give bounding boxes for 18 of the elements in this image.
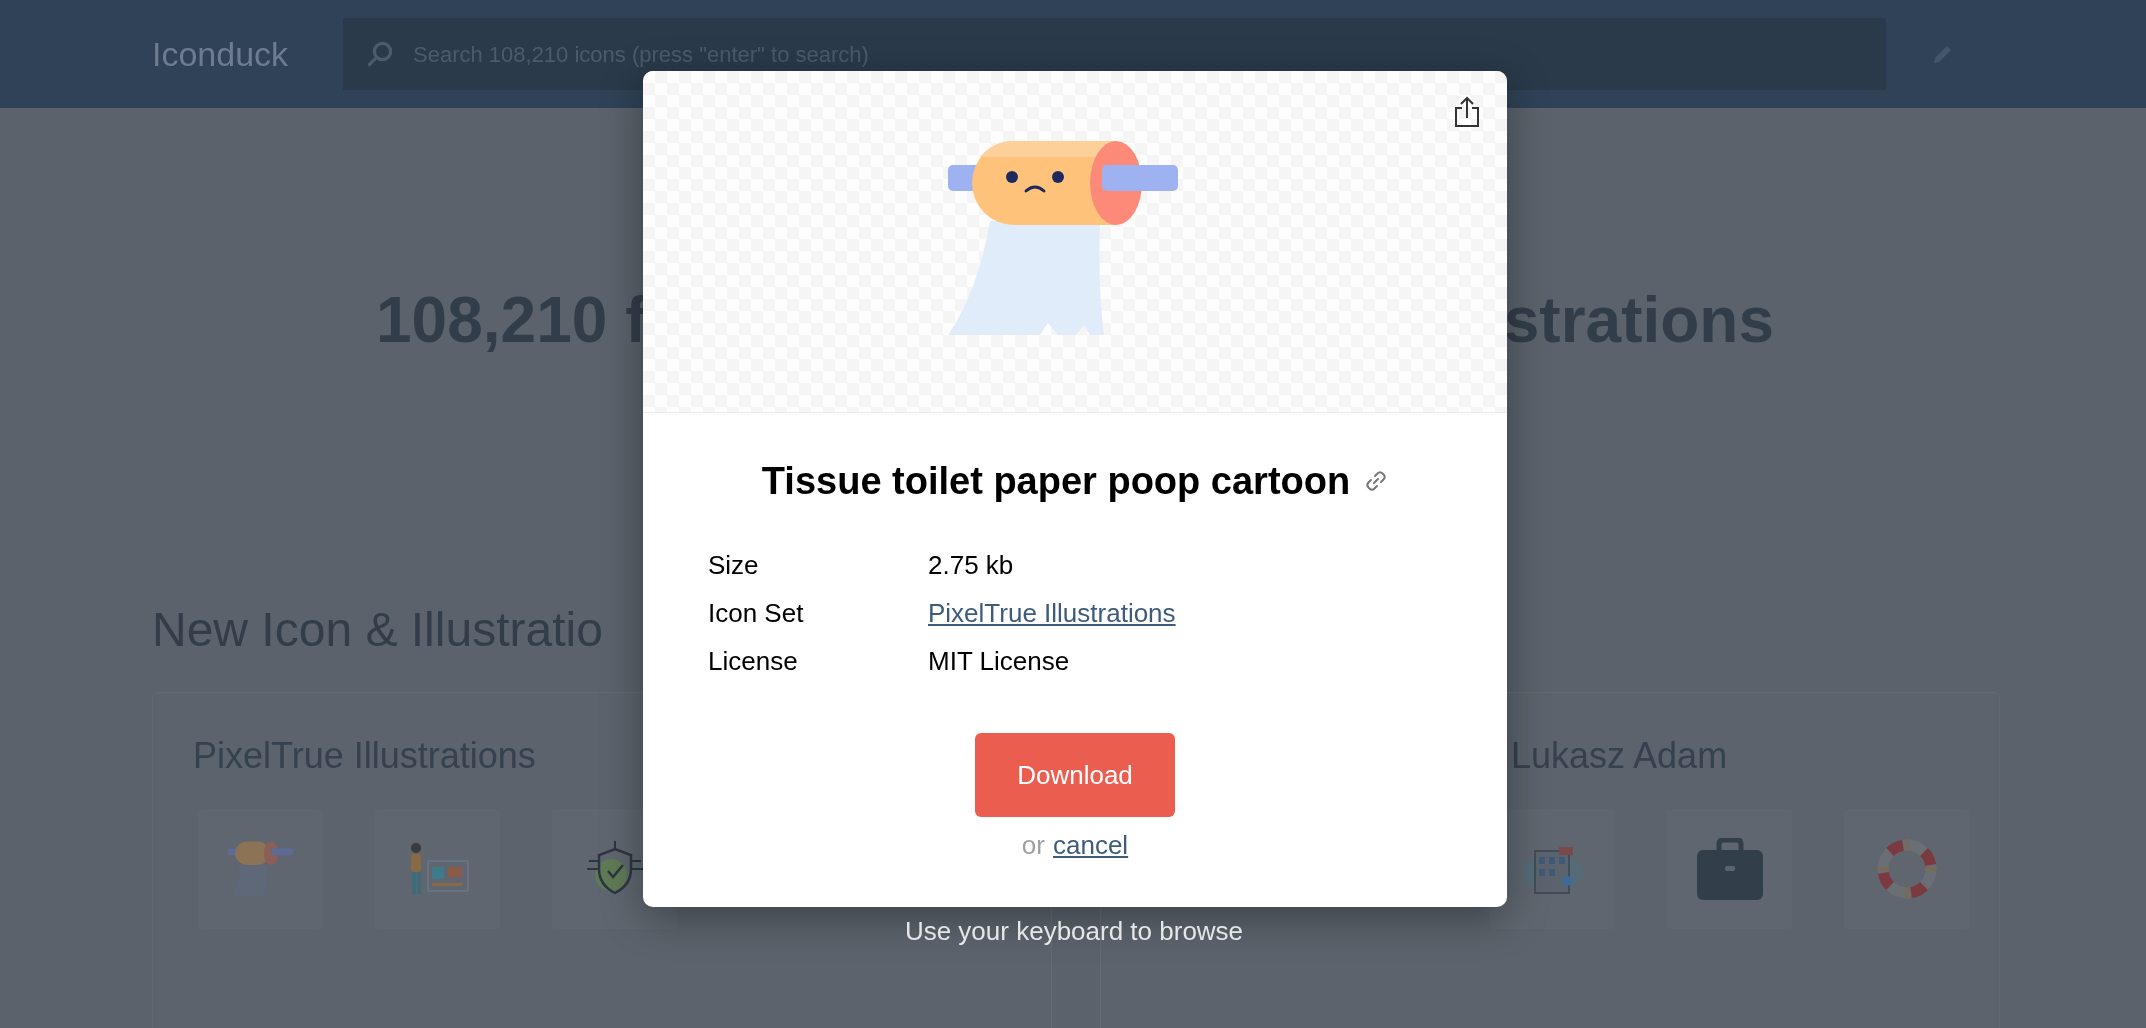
- toilet-paper-icon: [227, 841, 294, 897]
- lifebuoy-icon: [1874, 837, 1939, 901]
- detail-label: Icon Set: [708, 596, 805, 630]
- cancel-link[interactable]: cancel: [1053, 829, 1129, 861]
- download-button[interactable]: Download: [975, 733, 1175, 817]
- detail-label: Size: [708, 548, 760, 582]
- dialog-title: Tissue toilet paper poop cartoon: [761, 459, 1351, 504]
- detail-value: 2.75 kb: [928, 548, 1014, 582]
- link-icon[interactable]: [1364, 469, 1389, 493]
- or-text: or: [1021, 829, 1045, 861]
- icon-set-link[interactable]: PixelTrue Illustrations: [928, 593, 1176, 633]
- detail-label: License: [708, 644, 799, 678]
- site-logo[interactable]: Iconduck: [152, 34, 289, 73]
- share-icon[interactable]: [1454, 96, 1480, 128]
- detail-value: MIT License: [928, 644, 1070, 678]
- briefcase-icon: [1696, 838, 1763, 900]
- search-icon: [365, 39, 395, 69]
- keyboard-hint: Use your keyboard to browse: [904, 915, 1244, 948]
